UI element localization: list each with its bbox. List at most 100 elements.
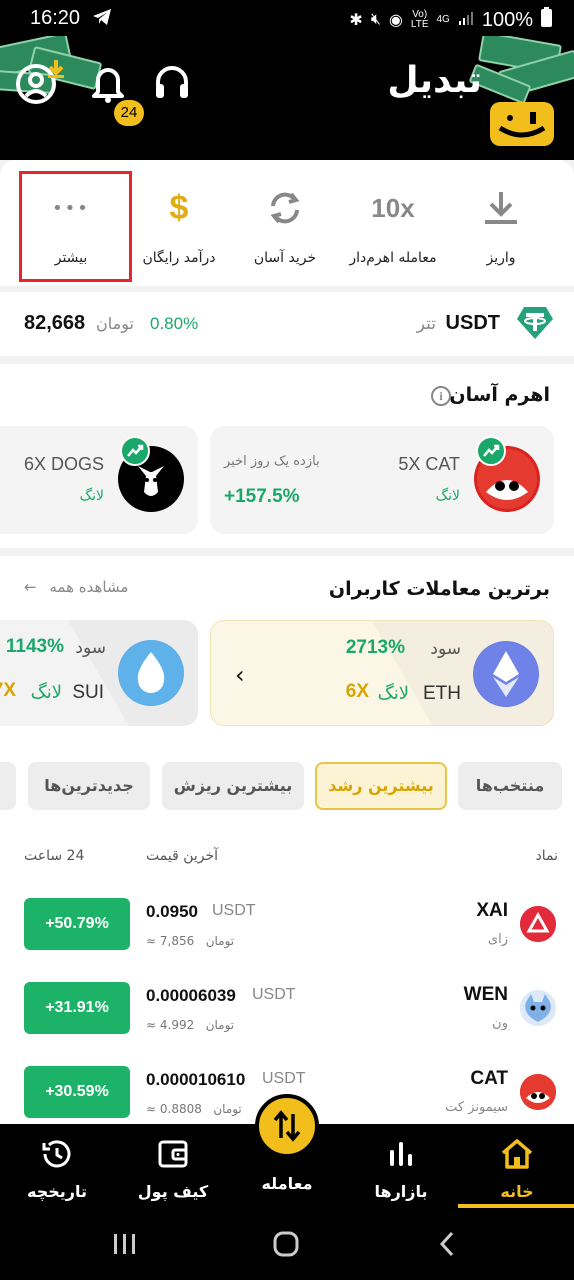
row-irt: ≈ 0.8808 تومان [146, 1102, 242, 1116]
trade-card-eth[interactable]: سود 2713% ETH لانگ 6X ‹ [210, 620, 554, 726]
xai-coin-icon [520, 906, 556, 942]
tab-top-losers[interactable]: بیشترین ریزش [162, 762, 304, 810]
top-trades-section: برترین معاملات کاربران مشاهده همه ← سود … [0, 556, 574, 752]
row-symbol: WEN [463, 984, 508, 1005]
download-icon [446, 186, 556, 230]
easy-buy-action[interactable]: خرید آسان [230, 186, 340, 266]
ticker-currency: تومان [96, 314, 134, 333]
trade-side: لانگ [377, 683, 409, 704]
tab-top-gainers[interactable]: بیشترین رشد [315, 762, 447, 810]
row-unit: USDT [252, 986, 296, 1003]
leverage-card-dogs[interactable]: 6X DOGS لانگ [0, 426, 198, 534]
leverage-side: لانگ [79, 488, 104, 504]
row-irt: ≈ 4.992 تومان [146, 1018, 235, 1032]
row-unit: USDT [262, 1070, 306, 1087]
chevron-left-icon[interactable]: ‹ [235, 661, 245, 689]
leverage-trade-action[interactable]: 10x معامله اهرم‌دار [338, 186, 448, 267]
nav-markets[interactable]: بازارها [346, 1138, 456, 1201]
row-symbol: XAI [476, 900, 508, 921]
nav-wallet[interactable]: کیف پول [118, 1138, 228, 1201]
ticker-name: تتر [416, 314, 436, 334]
row-irt: ≈ 7,856 تومان [146, 934, 235, 948]
trade-profit: 2713% [345, 637, 405, 658]
tether-icon [516, 305, 554, 341]
column-header-symbol: نماد [535, 848, 559, 864]
trade-card-sui[interactable]: سود 1143% SUI لانگ 7X [0, 620, 198, 726]
wallet-icon [157, 1140, 189, 1174]
info-icon[interactable]: i [431, 386, 451, 406]
status-bar: 16:20 ✱ 🔇︎ ◉ Vo) LTE 4G 100% [0, 0, 574, 36]
brand-logo[interactable] [490, 102, 554, 146]
system-navigation-bar [0, 1208, 574, 1280]
change-badge: +30.59% [24, 1066, 130, 1118]
home-button-icon[interactable] [272, 1230, 300, 1262]
row-name: زای [487, 932, 508, 947]
quick-actions: واریز 10x معامله اهرم‌دار خرید آسان $ در… [0, 160, 574, 286]
eth-coin-icon [473, 641, 539, 707]
ticker-price: 82,668 [24, 312, 86, 334]
signal-icon [458, 9, 474, 32]
bar-chart-icon [385, 1142, 417, 1174]
row-price: 0.00006039 [146, 986, 236, 1005]
swap-icon [259, 1110, 315, 1158]
tab-newest[interactable]: جدیدترین‌ها [28, 762, 150, 810]
nav-history[interactable]: تاریخچه [2, 1138, 112, 1201]
history-icon [40, 1140, 74, 1174]
leverage-period-label: بازده یک روز اخیر [224, 454, 320, 469]
trend-up-icon [120, 436, 150, 466]
battery-icon [541, 7, 552, 33]
wen-coin-icon [520, 990, 556, 1026]
tab-favorites[interactable]: منتخب‌ها [458, 762, 562, 810]
column-header-last-price: آخرین قیمت [146, 848, 219, 864]
market-row-wen[interactable]: +31.91% 0.00006039 USDT ≈ 4.992 تومان WE… [0, 982, 574, 1066]
recent-apps-icon[interactable] [112, 1232, 138, 1260]
support-headset-icon[interactable] [148, 58, 196, 106]
free-income-action[interactable]: $ درآمد رایگان [124, 186, 234, 267]
hotspot-icon: ◉ [388, 12, 403, 29]
easy-leverage-title: اهرم آسان [449, 384, 550, 406]
profile-icon[interactable] [14, 58, 64, 106]
trade-leverage: 6X [345, 681, 369, 702]
app-screen: 16:20 ✱ 🔇︎ ◉ Vo) LTE 4G 100% تبدیل 24 وا… [0, 0, 574, 1280]
highlight-box [19, 171, 132, 282]
deposit-action[interactable]: واریز [446, 186, 556, 266]
see-all-link[interactable]: مشاهده همه ← [24, 578, 128, 596]
nav-trade-label: معامله [261, 1174, 313, 1193]
leverage-name: 6X DOGS [23, 454, 104, 474]
status-time: 16:20 [30, 7, 81, 29]
battery-level: 100% [481, 8, 533, 31]
leverage-card-cat[interactable]: 5X CAT لانگ بازده یک روز اخیر +157.5% [210, 426, 554, 534]
row-unit: USDT [212, 902, 256, 919]
mute-icon: 🔇︎ [370, 11, 381, 28]
status-icons: ✱ 🔇︎ ◉ Vo) LTE 4G 100% [349, 7, 552, 33]
change-badge: +50.79% [24, 898, 130, 950]
nav-home[interactable]: خانه [462, 1138, 572, 1201]
10x-icon: 10x [371, 192, 415, 223]
notification-badge: 24 [114, 100, 144, 126]
column-header-24h: 24 ساعت [24, 848, 85, 864]
ticker-change: 0.80% [150, 314, 199, 333]
back-button-icon[interactable] [436, 1230, 458, 1262]
leverage-name: 5X CAT [398, 454, 460, 474]
trade-pair: ETH [423, 683, 461, 704]
market-row-xai[interactable]: +50.79% 0.0950 USDT ≈ 7,856 تومان XAI زا… [0, 898, 574, 982]
leverage-return: +157.5% [224, 486, 300, 507]
row-symbol: CAT [470, 1068, 508, 1089]
usdt-ticker[interactable]: 82,668 تومان 0.80% تتر USDT [0, 292, 574, 356]
sui-coin-icon [118, 640, 184, 706]
market-tabs: منتخب‌ها بیشترین رشد بیشترین ریزش جدیدتر… [0, 752, 574, 822]
trade-profit: 1143% [5, 636, 64, 657]
bell-icon[interactable] [84, 58, 132, 106]
ticker-symbol: USDT [445, 312, 500, 334]
row-name: ون [492, 1016, 508, 1031]
easy-leverage-section: اهرم آسان i 5X CAT لانگ بازده یک روز اخی… [0, 364, 574, 548]
cat-coin-icon [520, 1074, 556, 1110]
network-gen-indicator: 4G [436, 14, 450, 25]
trade-fab-button[interactable] [255, 1094, 319, 1158]
trade-leverage: 7X [0, 680, 16, 701]
tab-more-partial[interactable] [0, 762, 16, 810]
row-name: سیمونز کت [445, 1100, 508, 1115]
app-header: تبدیل 24 [0, 36, 574, 160]
brand-name: تبدیل [387, 60, 482, 101]
home-icon [500, 1139, 534, 1174]
